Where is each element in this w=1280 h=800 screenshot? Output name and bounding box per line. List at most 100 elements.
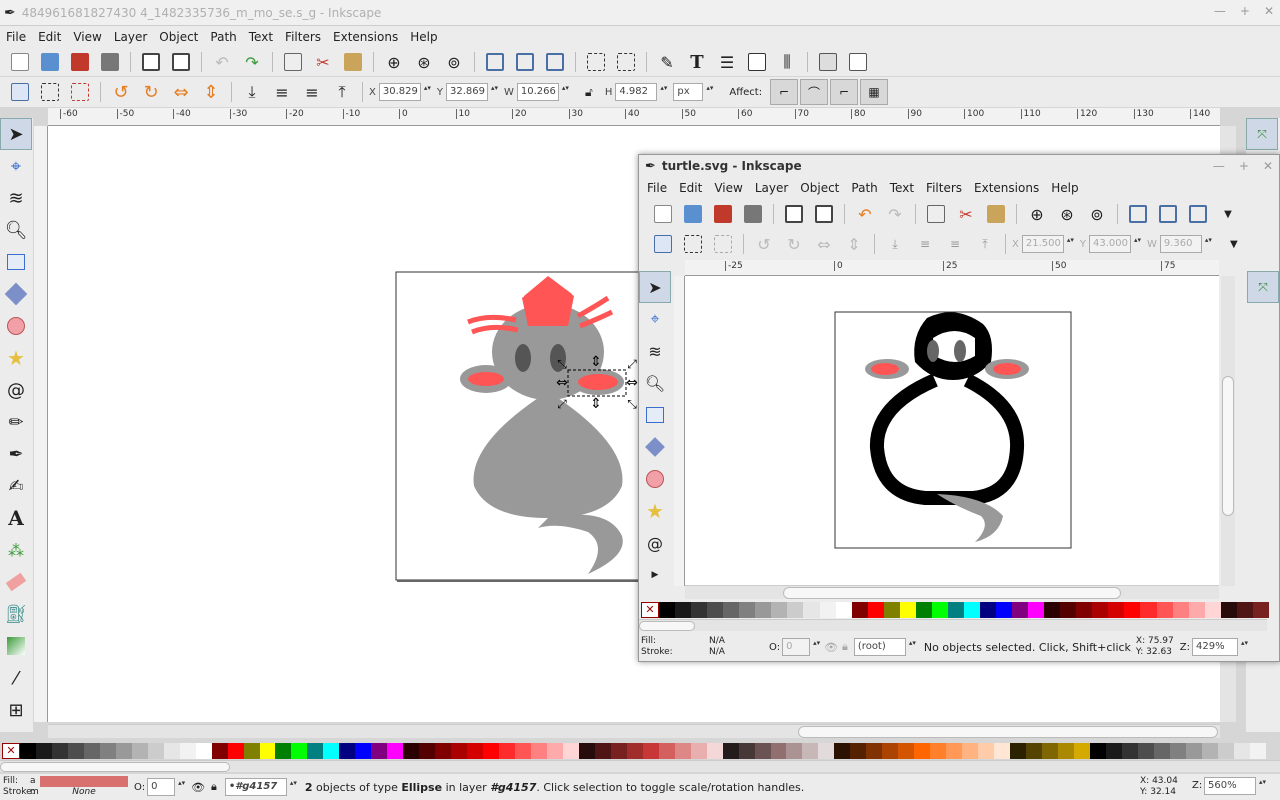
- menu-text[interactable]: Text: [884, 181, 920, 195]
- color-swatch[interactable]: [930, 743, 947, 759]
- eye-icon[interactable]: 👁︎: [191, 781, 205, 794]
- color-swatch[interactable]: [610, 743, 627, 759]
- y-spinbox[interactable]: Y 32.869: [437, 83, 497, 101]
- ellipse-tool[interactable]: [0, 310, 32, 342]
- scale-handle-left[interactable]: ⇔: [556, 375, 568, 391]
- color-swatch[interactable]: [147, 743, 164, 759]
- color-swatch[interactable]: [499, 743, 515, 759]
- color-swatch[interactable]: [1217, 743, 1234, 759]
- w-field[interactable]: 10.266: [516, 83, 568, 101]
- star-tool[interactable]: ★: [639, 495, 671, 527]
- cut-button[interactable]: ✂: [309, 49, 337, 75]
- spiral-tool[interactable]: @: [0, 374, 32, 406]
- flip-horizontal-button[interactable]: ⇔: [810, 231, 838, 257]
- color-swatch[interactable]: [739, 602, 756, 618]
- color-swatch[interactable]: [802, 743, 819, 759]
- color-swatch[interactable]: [996, 602, 1013, 618]
- raise-button[interactable]: ≡: [298, 79, 326, 105]
- duplicate-button[interactable]: [481, 49, 509, 75]
- align-button[interactable]: ⫼: [773, 49, 801, 75]
- color-swatch[interactable]: [371, 743, 388, 759]
- color-swatch[interactable]: [1249, 743, 1266, 759]
- color-swatch[interactable]: [515, 743, 531, 759]
- zoom-selection-button[interactable]: ⊕: [380, 49, 408, 75]
- color-swatch[interactable]: [915, 602, 932, 618]
- color-swatch[interactable]: [1201, 743, 1218, 759]
- color-swatch[interactable]: [1153, 743, 1170, 759]
- deselect-button[interactable]: [709, 231, 737, 257]
- scale-handle-bottom[interactable]: ⇕: [590, 396, 602, 412]
- color-swatch[interactable]: [803, 602, 820, 618]
- color-swatch[interactable]: [1233, 743, 1250, 759]
- color-swatch[interactable]: [435, 743, 452, 759]
- color-swatch[interactable]: [1092, 602, 1109, 618]
- new-button[interactable]: [649, 201, 677, 227]
- menu-file[interactable]: File: [641, 181, 673, 195]
- opacity-field[interactable]: 0: [782, 638, 819, 656]
- color-swatch[interactable]: [882, 743, 899, 759]
- paste-button[interactable]: [982, 201, 1010, 227]
- color-swatch[interactable]: [867, 602, 884, 618]
- color-swatch[interactable]: [899, 602, 916, 618]
- color-swatch[interactable]: [339, 743, 356, 759]
- color-swatch[interactable]: [979, 602, 997, 618]
- color-swatch[interactable]: [355, 743, 372, 759]
- turtle-palette-scrollbar[interactable]: [639, 619, 1267, 631]
- lower-bottom-button[interactable]: ⤓: [881, 231, 909, 257]
- close-button[interactable]: ✕: [1264, 4, 1274, 18]
- copy-button[interactable]: [922, 201, 950, 227]
- color-swatch[interactable]: [994, 743, 1011, 759]
- preferences-button[interactable]: [844, 49, 872, 75]
- 3d-box-tool[interactable]: [639, 431, 671, 463]
- color-swatch[interactable]: [690, 743, 707, 759]
- w-spinbox[interactable]: W 9.360: [1147, 235, 1211, 253]
- color-swatch[interactable]: [163, 743, 180, 759]
- turtle-vertical-scrollbar[interactable]: [1221, 276, 1235, 586]
- undo-button[interactable]: ↶: [851, 201, 879, 227]
- zoom-page-button[interactable]: ⊚: [1083, 201, 1111, 227]
- color-swatch[interactable]: [851, 602, 868, 618]
- no-paint-swatch[interactable]: ✕: [641, 602, 660, 618]
- color-swatch[interactable]: [594, 743, 611, 759]
- print-button[interactable]: [739, 201, 767, 227]
- color-swatch[interactable]: [1220, 602, 1237, 618]
- menu-edit[interactable]: Edit: [32, 30, 67, 44]
- raise-top-button[interactable]: ⤒: [328, 79, 356, 105]
- color-swatch[interactable]: [771, 602, 788, 618]
- color-swatch[interactable]: [1026, 743, 1042, 759]
- paste-button[interactable]: [339, 49, 367, 75]
- scale-handle-right[interactable]: ⇔: [626, 375, 638, 391]
- color-swatch[interactable]: [1012, 602, 1029, 618]
- opacity-field[interactable]: 0: [147, 778, 184, 796]
- zoom-drawing-button[interactable]: ⊛: [410, 49, 438, 75]
- export-button[interactable]: [167, 49, 195, 75]
- color-swatch[interactable]: [1172, 602, 1189, 618]
- rotate-cw-button[interactable]: ↻: [137, 79, 165, 105]
- menu-object[interactable]: Object: [153, 30, 204, 44]
- zoom-tool[interactable]: 🔍︎: [0, 214, 32, 246]
- color-swatch[interactable]: [1076, 602, 1093, 618]
- tweak-tool[interactable]: ≋: [639, 335, 671, 367]
- eye-icon[interactable]: 👁︎: [824, 641, 838, 654]
- color-swatch[interactable]: [1060, 602, 1077, 618]
- spiral-tool[interactable]: @: [639, 527, 671, 559]
- raise-top-button[interactable]: ⤒: [971, 231, 999, 257]
- group-button[interactable]: [582, 49, 610, 75]
- menu-file[interactable]: File: [0, 30, 32, 44]
- import-button[interactable]: [137, 49, 165, 75]
- layer-select[interactable]: (root): [853, 638, 915, 656]
- turtle-window[interactable]: ✒ turtle.svg - Inkscape — + ✕ File Edit Vi…: [638, 154, 1280, 662]
- bucket-tool[interactable]: ⛽︎: [0, 598, 32, 630]
- menu-text[interactable]: Text: [243, 30, 279, 44]
- menu-filters[interactable]: Filters: [279, 30, 327, 44]
- turtle-horizontal-scrollbar[interactable]: [685, 585, 1219, 599]
- color-swatch[interactable]: [770, 743, 787, 759]
- color-swatch[interactable]: [275, 743, 292, 759]
- w-spinbox[interactable]: W 10.266: [504, 83, 568, 101]
- no-paint-swatch[interactable]: ✕: [2, 743, 20, 759]
- color-swatch[interactable]: [323, 743, 340, 759]
- open-button[interactable]: [679, 201, 707, 227]
- main-hscroll-thumb[interactable]: [798, 726, 1218, 738]
- y-field[interactable]: 43.000: [1088, 235, 1140, 253]
- color-swatch[interactable]: [866, 743, 883, 759]
